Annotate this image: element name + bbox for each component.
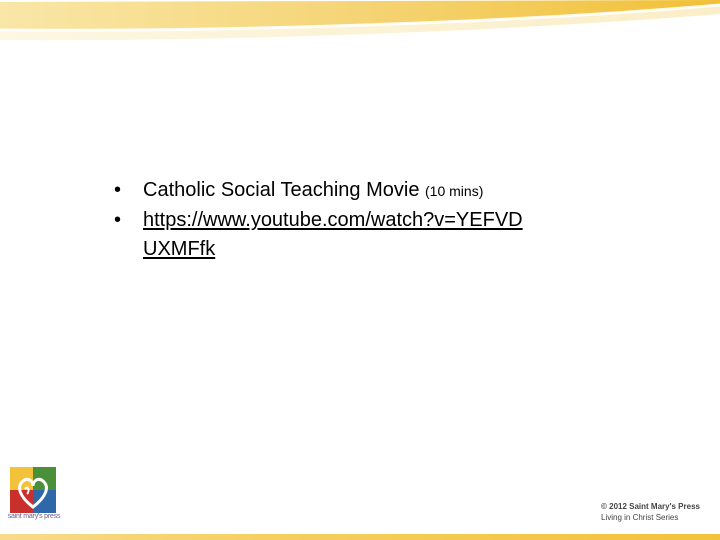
bullet-item-movie: • Catholic Social Teaching Movie (10 min…	[114, 176, 634, 206]
youtube-link-line2[interactable]: UXMFfk	[143, 238, 215, 260]
copyright-line: © 2012 Saint Mary's Press	[601, 502, 700, 511]
slide-body: • Catholic Social Teaching Movie (10 min…	[114, 176, 634, 264]
footer-bar	[0, 534, 720, 540]
duration-note: (10 mins)	[425, 183, 484, 199]
bullet-item-link[interactable]: • https://www.youtube.com/watch?v=YEFVD U…	[114, 206, 634, 264]
publisher-logo-text: saint mary's press	[7, 513, 61, 520]
youtube-link[interactable]: https://www.youtube.com/watch?v=YEFVD UXM…	[143, 209, 523, 260]
copyright-block: © 2012 Saint Mary's Press Living in Chri…	[601, 501, 717, 523]
series-line: Living in Christ Series	[601, 513, 679, 522]
bullet-text: Catholic Social Teaching Movie	[143, 179, 426, 201]
bullet-icon: •	[114, 179, 122, 201]
header-swoosh	[0, 0, 720, 41]
bullet-icon: •	[114, 209, 122, 231]
youtube-link-line1[interactable]: https://www.youtube.com/watch?v=YEFVD	[143, 209, 523, 231]
